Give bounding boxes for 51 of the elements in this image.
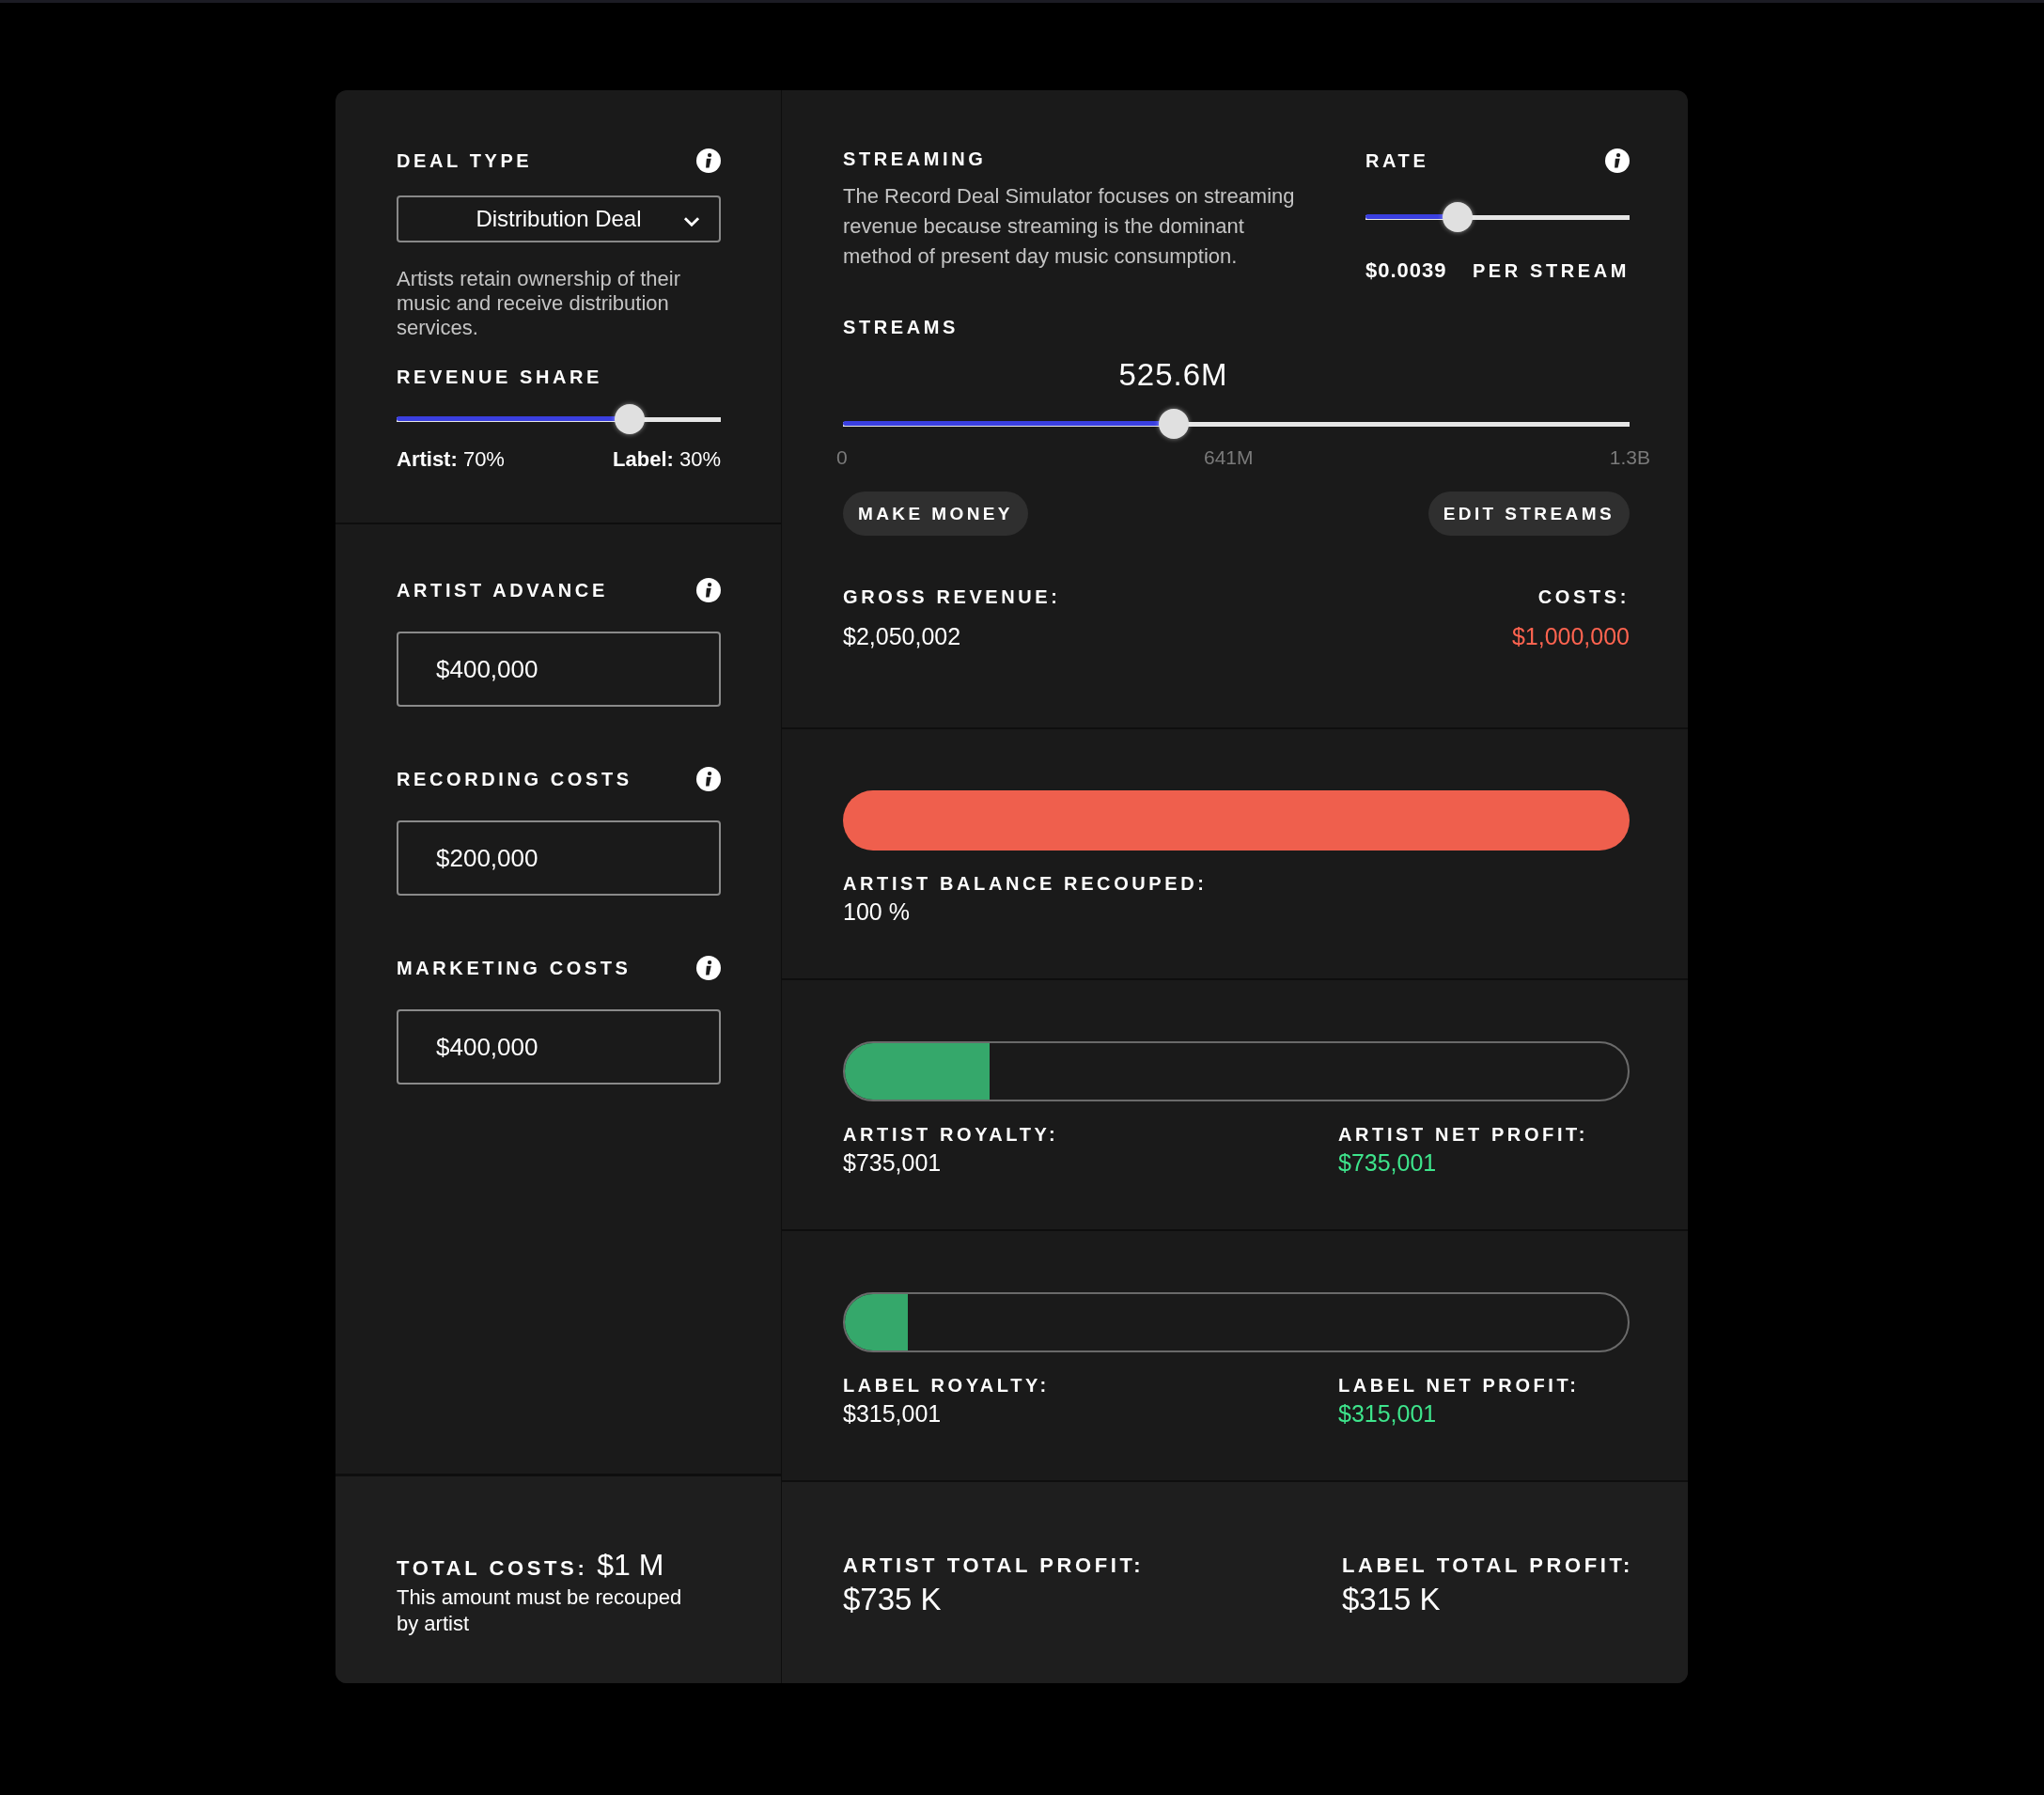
slider-tick-label: 0 <box>836 446 848 469</box>
slider-tick-label: 1.3B <box>1609 446 1650 469</box>
label-share: Label: 30% <box>613 447 721 472</box>
recoup-note: This amount must be recouped by artist <box>397 1584 683 1637</box>
cost-label: RECORDING COSTS <box>397 768 632 790</box>
total-profit-value: $315 K <box>1342 1582 1442 1617</box>
deal-description: Artists retain ownership of their music and receive distribution services. <box>397 267 682 340</box>
recouped-value: 100 % <box>843 898 911 926</box>
streaming-description: The Record Deal Simulator focuses on streaming revenue because streaming is the dominant method of present day music consumption. <box>843 183 1296 270</box>
info-icon[interactable] <box>696 578 721 602</box>
royalty-value: $735,001 <box>843 1149 943 1177</box>
cost-label: ARTIST ADVANCE <box>397 579 608 601</box>
chevron-down-icon <box>683 216 700 227</box>
royalty-label: ARTIST ROYALTY: <box>843 1124 1060 1146</box>
gross-revenue-label: GROSS REVENUE: <box>843 586 1061 608</box>
total-profit-label: LABEL TOTAL PROFIT: <box>1342 1553 1634 1578</box>
total-profit-value: $735 K <box>843 1582 943 1617</box>
cost-input-field[interactable]: $400,000 <box>397 632 721 707</box>
streams-value: 525.6M <box>1118 357 1228 393</box>
revenue-share-label: REVENUE SHARE <box>397 367 604 388</box>
total-profit-label: ARTIST TOTAL PROFIT: <box>843 1553 1146 1578</box>
info-icon[interactable] <box>696 956 721 980</box>
costs-label: COSTS: <box>1537 586 1630 608</box>
net-profit-value: $735,001 <box>1338 1149 1438 1177</box>
net-profit-label: LABEL NET PROFIT: <box>1338 1375 1581 1397</box>
total-costs-label: TOTAL COSTS: <box>397 1556 588 1581</box>
info-icon[interactable] <box>696 148 721 173</box>
slider-tick-label: 641M <box>1203 446 1254 469</box>
action-button[interactable]: EDIT STREAMS <box>1428 492 1630 536</box>
recouped-label: ARTIST BALANCE RECOUPED: <box>843 873 1209 895</box>
cost-input-field[interactable]: $200,000 <box>397 820 721 896</box>
cost-input-field[interactable]: $400,000 <box>397 1009 721 1085</box>
royalty-value: $315,001 <box>843 1400 943 1428</box>
deal-type-dropdown[interactable]: Distribution Deal <box>397 195 721 242</box>
total-costs-value: $1 M <box>597 1548 664 1583</box>
streaming-title: STREAMING <box>843 148 988 170</box>
artist-share: Artist: 70% <box>397 447 505 472</box>
net-profit-label: ARTIST NET PROFIT: <box>1338 1124 1589 1146</box>
cost-label: MARKETING COSTS <box>397 957 632 979</box>
rate-label: RATE <box>1365 149 1429 172</box>
info-icon[interactable] <box>696 767 721 791</box>
rate-value: $0.0039 <box>1365 258 1447 283</box>
gross-revenue-value: $2,050,002 <box>843 623 962 650</box>
info-icon[interactable] <box>1605 148 1630 173</box>
deal-type-label: DEAL TYPE <box>397 149 533 172</box>
action-button[interactable]: MAKE MONEY <box>843 492 1028 536</box>
costs-value: $1,000,000 <box>1511 623 1630 650</box>
royalty-label: LABEL ROYALTY: <box>843 1375 1051 1397</box>
net-profit-value: $315,001 <box>1338 1400 1438 1428</box>
streams-label: STREAMS <box>843 317 960 338</box>
rate-unit: PER STREAM <box>1472 260 1630 282</box>
